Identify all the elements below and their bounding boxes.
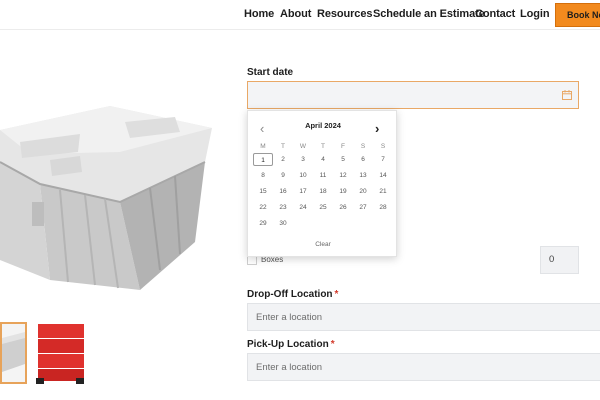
calendar-day[interactable]: 5	[333, 153, 353, 166]
nav-login[interactable]: Login	[520, 8, 550, 20]
calendar-day[interactable]: 25	[313, 201, 333, 214]
calendar-day[interactable]: 13	[353, 169, 373, 182]
required-marker: *	[330, 339, 335, 350]
nav-home[interactable]: Home	[244, 8, 274, 20]
weekday-header: S	[360, 143, 366, 150]
chevron-right-icon[interactable]: ›	[375, 121, 379, 136]
calendar-day[interactable]: 19	[333, 185, 353, 198]
calendar-day[interactable]: 16	[273, 185, 293, 198]
thumbnail-red-crates[interactable]	[34, 322, 86, 384]
calendar-day[interactable]: 12	[333, 169, 353, 182]
calendar-day[interactable]: 24	[293, 201, 313, 214]
calendar-icon[interactable]	[562, 90, 572, 100]
nav-about[interactable]: About	[280, 8, 311, 20]
calendar-day-today[interactable]: 1	[253, 153, 273, 166]
calendar-day[interactable]: 26	[333, 201, 353, 214]
dropoff-label-text: Drop-Off Location	[247, 289, 333, 300]
calendar-day[interactable]: 22	[253, 201, 273, 214]
calendar-day[interactable]: 8	[253, 169, 273, 182]
book-now-button[interactable]: Book Now	[555, 3, 600, 27]
calendar-day[interactable]: 29	[253, 217, 273, 230]
pickup-label: Pick-Up Location *	[247, 339, 335, 350]
weekday-header: T	[281, 143, 285, 150]
start-date-label: Start date	[247, 67, 294, 78]
date-picker-popup: ‹ April 2024 › MTWTFSS 1 2 3 4 5 6 7 8 9 10 11 12 13…	[247, 110, 397, 257]
pickup-location-input[interactable]	[248, 354, 600, 380]
calendar-day[interactable]: 17	[293, 185, 313, 198]
weekday-header: W	[299, 143, 307, 150]
pickup-location-field[interactable]	[247, 353, 600, 381]
calendar-day[interactable]: 11	[313, 169, 333, 182]
calendar-day[interactable]: 18	[313, 185, 333, 198]
required-marker: *	[334, 289, 339, 300]
site-header: Home About Resources Schedule an Estimat…	[0, 0, 600, 30]
start-date-input[interactable]	[247, 81, 579, 109]
thumbnail-gray-crate[interactable]	[0, 322, 27, 384]
nav-schedule-estimate[interactable]: Schedule an Estimate	[373, 8, 485, 20]
dropoff-label: Drop-Off Location *	[247, 289, 338, 300]
weekday-header: S	[380, 143, 386, 150]
calendar-day[interactable]: 10	[293, 169, 313, 182]
nav-resources[interactable]: Resources	[317, 8, 372, 20]
calendar-day[interactable]: 9	[273, 169, 293, 182]
calendar-day[interactable]: 28	[373, 201, 393, 214]
calendar-clear-button[interactable]: Clear	[248, 241, 398, 248]
calendar-day[interactable]: 21	[373, 185, 393, 198]
weekday-header: T	[321, 143, 325, 150]
dropoff-location-input[interactable]	[248, 304, 600, 330]
weekday-header: F	[341, 143, 345, 150]
calendar-day[interactable]: 14	[373, 169, 393, 182]
calendar-day[interactable]: 23	[273, 201, 293, 214]
calendar-day[interactable]: 7	[373, 153, 393, 166]
calendar-day[interactable]: 2	[273, 153, 293, 166]
product-image[interactable]	[0, 92, 220, 300]
calendar-day[interactable]: 20	[353, 185, 373, 198]
calendar-day[interactable]: 15	[253, 185, 273, 198]
quantity-input[interactable]: 0	[540, 246, 579, 274]
calendar-day[interactable]: 6	[353, 153, 373, 166]
pickup-label-text: Pick-Up Location	[247, 339, 329, 350]
weekday-header: M	[260, 143, 266, 150]
calendar-day[interactable]: 27	[353, 201, 373, 214]
calendar-day[interactable]: 4	[313, 153, 333, 166]
dropoff-location-field[interactable]	[247, 303, 600, 331]
calendar-day[interactable]: 30	[273, 217, 293, 230]
calendar-day[interactable]: 3	[293, 153, 313, 166]
nav-contact[interactable]: Contact	[475, 8, 515, 20]
